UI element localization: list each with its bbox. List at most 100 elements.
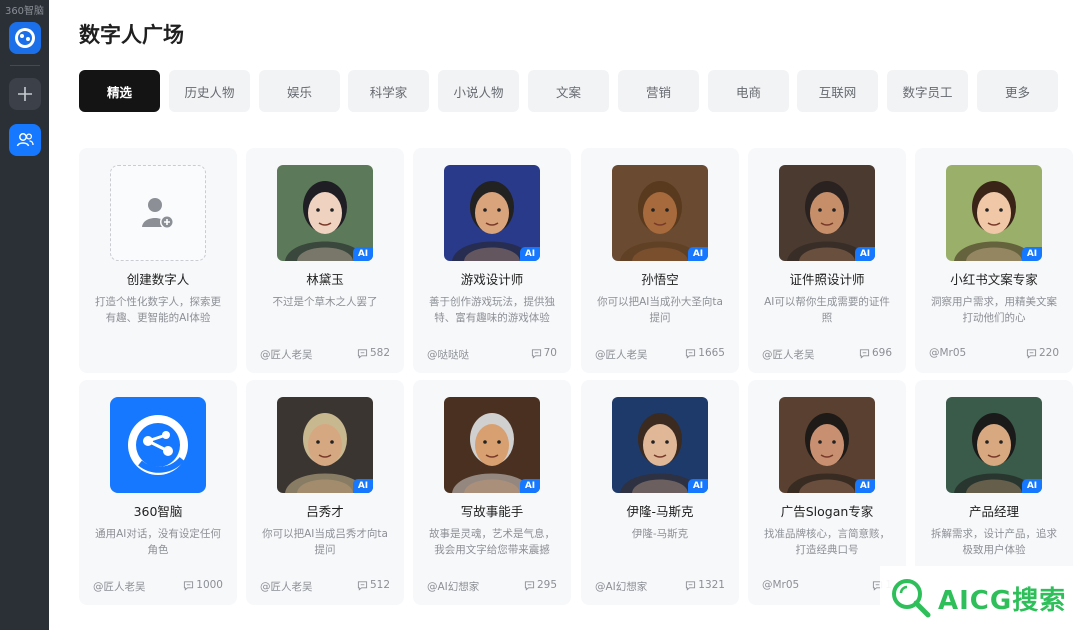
tab-10[interactable]: 更多	[977, 70, 1058, 112]
ai-badge: AI	[353, 247, 373, 261]
create-digital-human-card[interactable]: 创建数字人打造个性化数字人，探索更有趣、更智能的AI体验	[79, 148, 237, 373]
tab-1[interactable]: 历史人物	[169, 70, 250, 112]
tab-7[interactable]: 电商	[708, 70, 789, 112]
card-author: @匠人老吴	[595, 349, 648, 361]
add-user-icon	[142, 198, 174, 229]
portrait-sun-wukong: AI	[612, 165, 708, 261]
search-magnifier-icon	[892, 579, 931, 618]
sidebar-brand-label: 360智脑	[4, 6, 45, 17]
comment-icon	[859, 348, 870, 359]
comment-icon	[184, 580, 194, 591]
comment-count-value: 696	[871, 347, 892, 359]
portrait-game-designer: AI	[444, 165, 540, 261]
card-description: 伊隆-马斯克	[631, 528, 689, 540]
card-author: @AI幻想家	[595, 581, 648, 593]
card-description: 打造个性化数字人，探索更有趣、更智能的AI体验	[95, 296, 221, 324]
card-comment-count: 295	[524, 579, 557, 591]
card-description: 你可以把AI当成吕秀才向ta提问	[262, 528, 388, 556]
card-comment-count: 1665	[685, 347, 725, 359]
sidebar: 360智脑	[0, 0, 49, 630]
digital-human-card[interactable]: AI 小红书文案专家洞察用户需求，用精美文案打动他们的心 @Mr05 220	[915, 148, 1073, 373]
card-description: 善于创作游戏玩法，提供独特、富有趣味的游戏体验	[429, 296, 555, 324]
card-name: 写故事能手	[460, 504, 524, 519]
card-name: 林黛玉	[306, 272, 344, 287]
card-description: 不过是个草木之人罢了	[272, 296, 378, 308]
sidebar-divider	[10, 65, 40, 66]
card-author: @匠人老吴	[260, 581, 313, 593]
comment-count-value: 1000	[196, 579, 223, 591]
comment-icon	[357, 348, 368, 359]
card-name: 小红书文案专家	[950, 272, 1038, 287]
tab-4[interactable]: 小说人物	[438, 70, 519, 112]
digital-human-nav-button[interactable]	[9, 124, 41, 156]
card-description: 故事是灵魂，艺术是气息，我会用文字给您带来震撼	[429, 528, 555, 556]
portrait-lin-daiyu: AI	[277, 165, 373, 261]
comment-icon	[531, 348, 541, 359]
tab-3[interactable]: 科学家	[348, 70, 429, 112]
comment-count-value: 295	[536, 579, 557, 591]
card-name: 产品经理	[968, 504, 1019, 519]
comment-icon	[1026, 348, 1037, 359]
digital-human-card[interactable]: AI 证件照设计师 AI可以帮你生成需要的证件照 @匠人老吴 696	[748, 148, 906, 373]
tab-5[interactable]: 文案	[528, 70, 609, 112]
digital-human-card[interactable]: AI 写故事能手故事是灵魂，艺术是气息，我会用文字给您带来震撼 @AI幻想家 295	[413, 380, 571, 605]
card-author: @Mr05	[762, 579, 800, 591]
ai-badge: AI	[520, 247, 540, 261]
comment-icon	[357, 580, 368, 591]
app-logo-icon[interactable]	[9, 22, 41, 54]
card-name: 游戏设计师	[460, 272, 524, 287]
plus-icon	[18, 87, 32, 101]
digital-human-card[interactable]: AI 林黛玉不过是个草木之人罢了 @匠人老吴 582	[246, 148, 404, 373]
ai-badge: AI	[688, 479, 708, 493]
card-author: @匠人老吴	[762, 349, 815, 361]
portrait-lv-xiucai: AI	[277, 397, 373, 493]
ai-badge: AI	[520, 479, 540, 493]
watermark-text: AICG搜索	[938, 585, 1067, 616]
digital-human-card[interactable]: AI 游戏设计师 善于创作游戏玩法，提供独特、富有趣味的游戏体验 @哒哒哒 70	[413, 148, 571, 373]
ai-badge: AI	[855, 479, 875, 493]
card-comment-count: 220	[1026, 347, 1059, 359]
digital-human-card[interactable]: AI 伊隆-马斯克 伊隆-马斯克 @AI幻想家 1321	[581, 380, 739, 605]
tab-8[interactable]: 互联网	[797, 70, 878, 112]
ai-badge: AI	[353, 479, 373, 493]
portrait-slogan-expert: AI	[779, 397, 875, 493]
people-icon	[16, 133, 34, 147]
card-comment-count: 512	[357, 579, 390, 591]
create-avatar-placeholder[interactable]	[110, 165, 206, 261]
comment-icon	[524, 580, 535, 591]
tab-0[interactable]: 精选	[79, 70, 160, 112]
tab-6[interactable]: 营销	[618, 70, 699, 112]
ai-badge: AI	[1022, 247, 1042, 261]
card-name: 广告Slogan专家	[780, 504, 874, 519]
comment-count-value: 1321	[698, 579, 725, 591]
card-name: 创建数字人	[126, 272, 190, 287]
card-description: AI可以帮你生成需要的证件照	[764, 296, 890, 324]
digital-human-card[interactable]: 360智脑 通用AI对话，没有设定任何角色 @匠人老吴 1000	[79, 380, 237, 605]
card-comment-count: 582	[357, 347, 390, 359]
comment-count-value: 512	[369, 579, 390, 591]
card-comment-count: 1321	[685, 579, 725, 591]
card-description: 你可以把AI当成孙大圣向ta提问	[597, 296, 723, 324]
card-author: @AI幻想家	[427, 581, 480, 593]
comment-count-value: 1665	[698, 347, 725, 359]
digital-human-card[interactable]: AI 吕秀才 你可以把AI当成吕秀才向ta提问 @匠人老吴 512	[246, 380, 404, 605]
comment-count-value: 70	[543, 347, 557, 359]
card-description: 洞察用户需求，用精美文案打动他们的心	[931, 296, 1057, 324]
card-author: @匠人老吴	[260, 349, 313, 361]
portrait-storyteller: AI	[444, 397, 540, 493]
card-comment-count: 70	[531, 347, 557, 359]
portrait-photographer: AI	[779, 165, 875, 261]
card-description: 拆解需求，设计产品，追求极致用户体验	[931, 528, 1057, 556]
digital-human-card[interactable]: AI 孙悟空你可以把AI当成孙大圣向ta提问 @匠人老吴 1665	[581, 148, 739, 373]
ai-badge: AI	[688, 247, 708, 261]
card-author: @Mr05	[929, 347, 967, 359]
tab-2[interactable]: 娱乐	[259, 70, 340, 112]
ai-badge: AI	[1022, 479, 1042, 493]
add-button[interactable]	[9, 78, 41, 110]
page-title: 数字人广场	[79, 23, 184, 47]
card-name: 孙悟空	[641, 272, 679, 287]
tab-9[interactable]: 数字员工	[887, 70, 968, 112]
portrait-copywriter: AI	[946, 165, 1042, 261]
comment-count-value: 220	[1038, 347, 1059, 359]
main-content: 数字人广场 精选 历史人物 娱乐 科学家 小说人物 文案 营销 电商 互联网 数字员工 更多 创建数…	[49, 0, 1080, 630]
